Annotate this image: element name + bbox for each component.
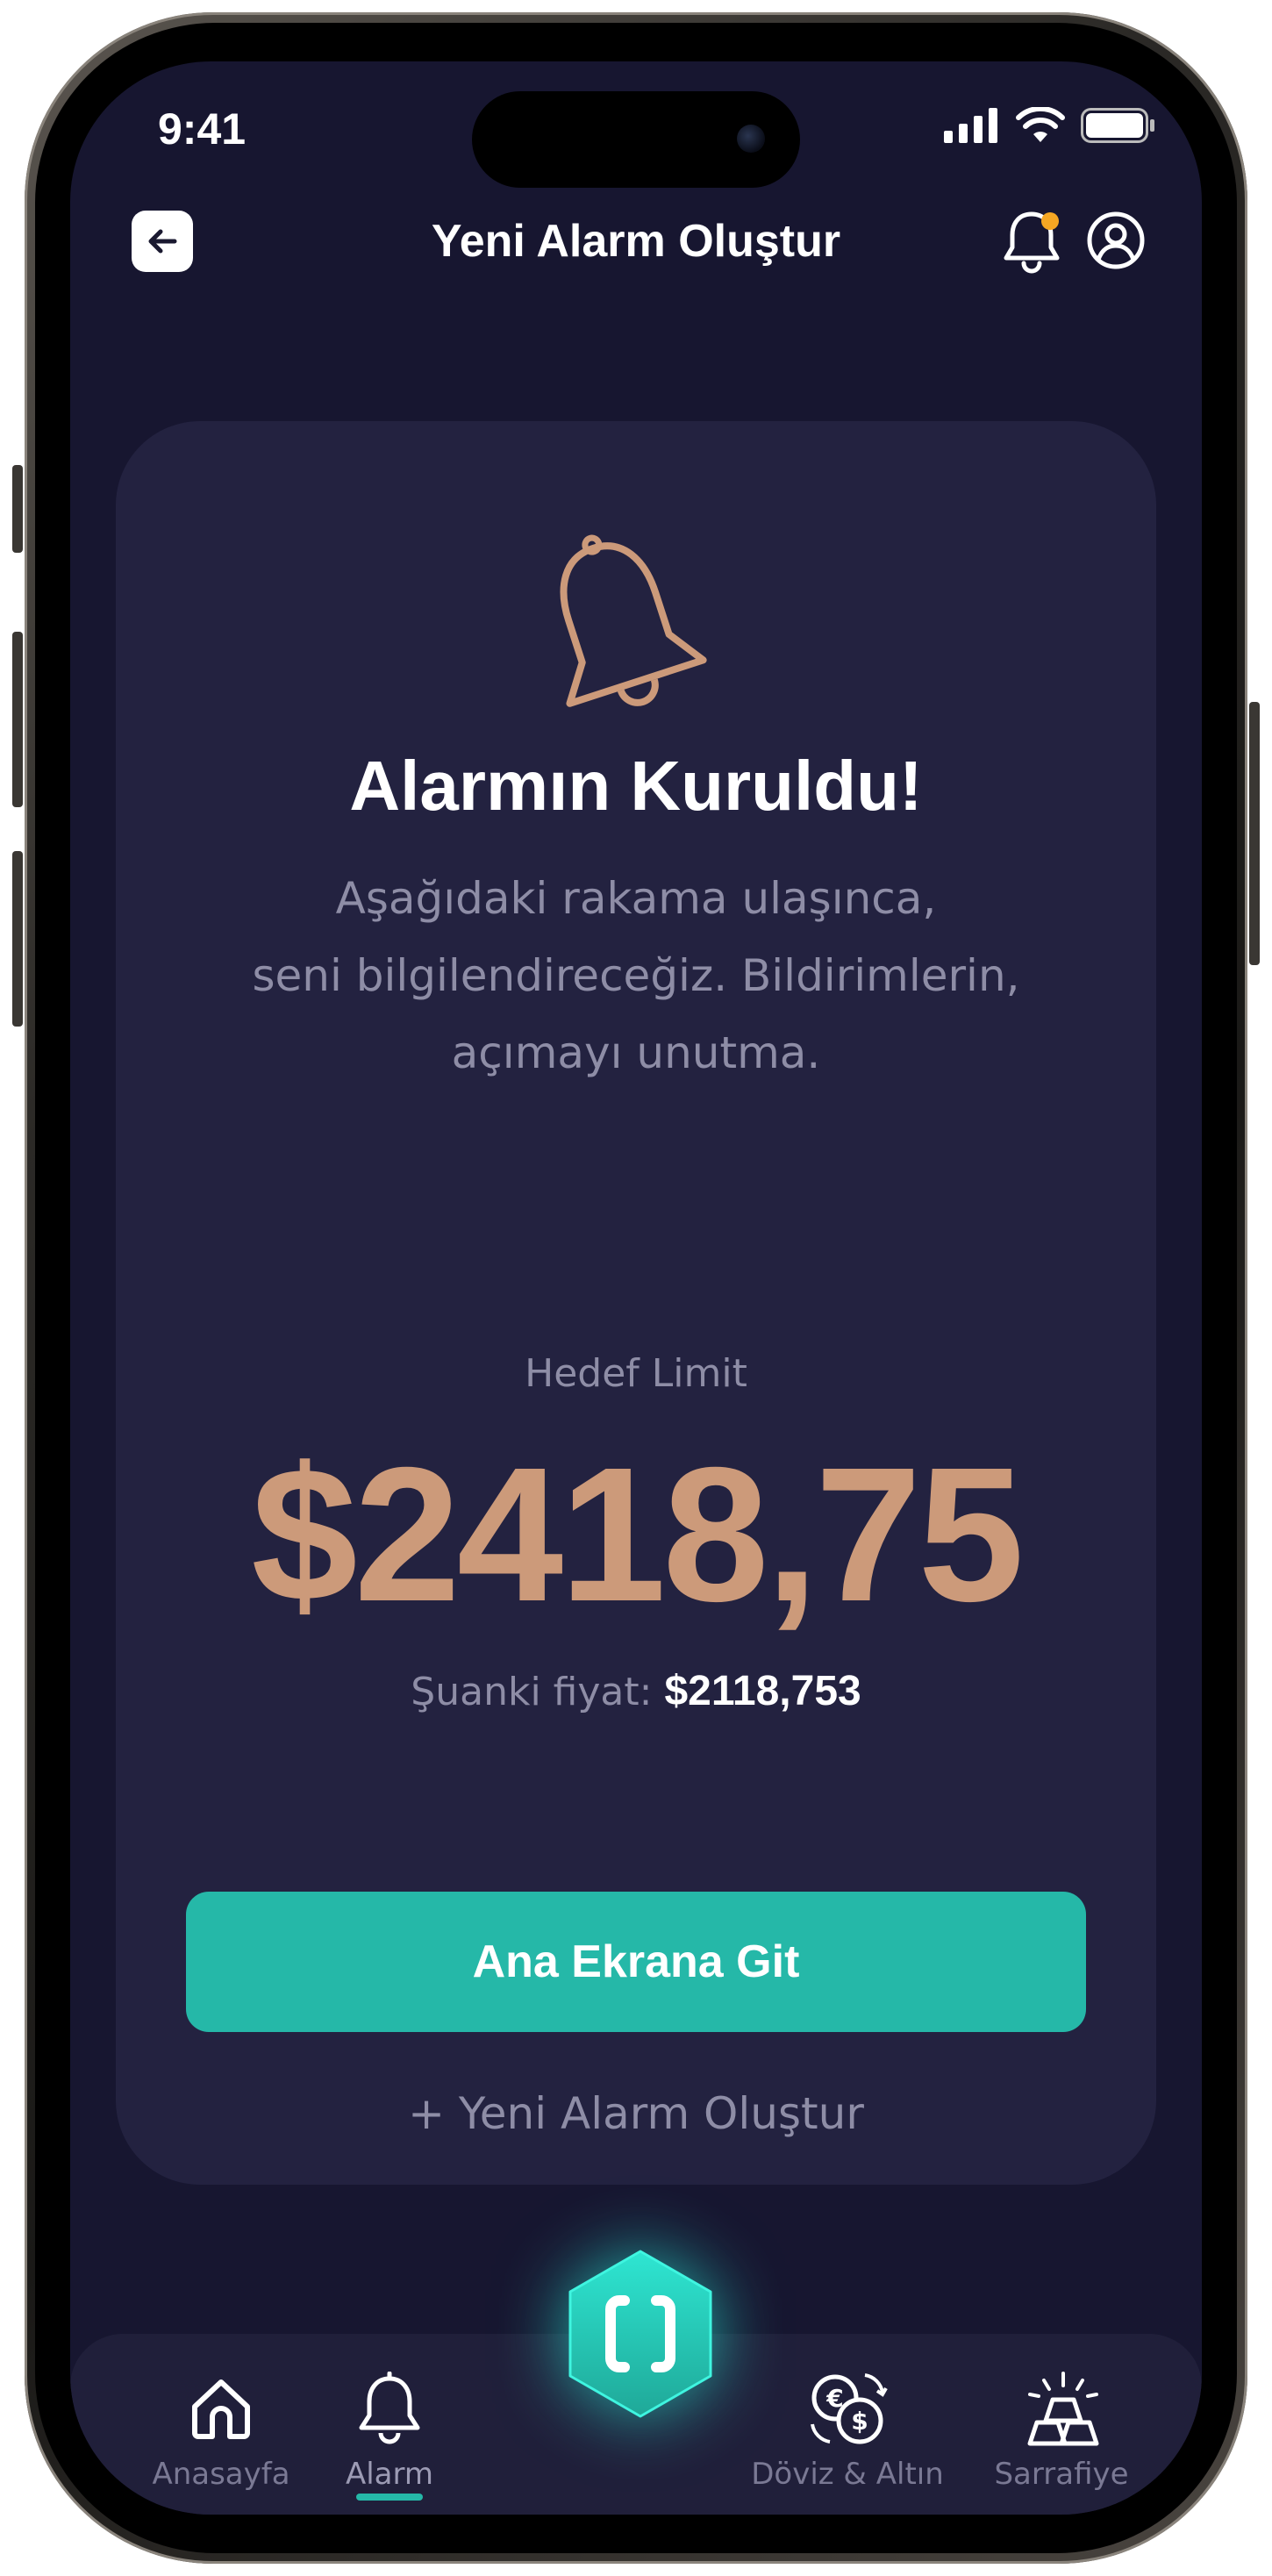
tab-label: Alarm: [345, 2457, 434, 2492]
status-icons: [944, 107, 1156, 144]
current-price-label: Şuanki fiyat:: [411, 1670, 653, 1714]
signal-icon: [944, 108, 997, 143]
user-circle-icon: [1087, 211, 1145, 269]
description-line: seni bilgilendireceğiz. Bildirimlerin,: [252, 950, 1020, 1001]
home-icon: [192, 2379, 250, 2439]
new-alarm-link[interactable]: + Yeni Alarm Oluştur: [116, 2088, 1156, 2139]
tab-currency-gold[interactable]: € $ Döviz & Altın: [742, 2334, 953, 2515]
alarm-bell-icon: [506, 526, 734, 741]
target-limit-value: $2418,75: [251, 1428, 1024, 1642]
success-title: Alarmın Kuruldu!: [349, 747, 923, 825]
app-header: Yeni Alarm Oluştur: [70, 193, 1202, 298]
description-line: Aşağıdaki rakama ulaşınca,: [335, 873, 937, 924]
svg-text:$: $: [851, 2407, 868, 2436]
tab-sarrafiye[interactable]: Sarrafiye: [965, 2334, 1158, 2515]
battery-icon: [1081, 108, 1154, 143]
camera-icon: [737, 125, 765, 153]
currency-exchange-icon: € $: [811, 2373, 888, 2444]
tab-home[interactable]: Anasayfa: [125, 2334, 318, 2515]
current-price-row: Şuanki fiyat: $2118,753: [116, 1667, 1156, 1715]
volume-up-button: [12, 632, 23, 807]
volume-down-button: [12, 851, 23, 1027]
power-button: [1249, 702, 1260, 965]
success-description: Aşağıdaki rakama ulaşınca, seni bilgilen…: [186, 860, 1086, 1091]
tab-label: Anasayfa: [152, 2457, 290, 2492]
tab-label: Döviz & Altın: [751, 2457, 944, 2492]
go-home-button[interactable]: Ana Ekrana Git: [186, 1892, 1086, 2032]
current-price-value: $2118,753: [664, 1668, 861, 1714]
active-tab-indicator: [356, 2494, 423, 2501]
action-button: [12, 465, 23, 553]
tab-alarm[interactable]: Alarm: [293, 2334, 486, 2515]
wifi-icon: [1016, 107, 1065, 142]
bell-icon: [359, 2372, 420, 2444]
gold-bars-icon: [1027, 2372, 1099, 2446]
screen: 9:41 Yeni Alarm Oluştur Alarmın Kuruldu!…: [70, 61, 1202, 2515]
center-app-button[interactable]: [561, 2246, 719, 2422]
notifications-button[interactable]: [1000, 209, 1063, 279]
dynamic-island: [472, 91, 800, 188]
status-time: 9:41: [158, 104, 247, 154]
target-limit-label: Hedef Limit: [525, 1351, 747, 1396]
profile-button[interactable]: [1086, 211, 1146, 274]
description-line: açımayı unutma.: [451, 1027, 821, 1078]
hexagon-app-icon: [568, 2250, 712, 2418]
bell-notification-icon: [1004, 211, 1060, 274]
alarm-success-card: Alarmın Kuruldu! Aşağıdaki rakama ulaşın…: [116, 421, 1156, 2185]
tab-label: Sarrafiye: [994, 2457, 1129, 2492]
